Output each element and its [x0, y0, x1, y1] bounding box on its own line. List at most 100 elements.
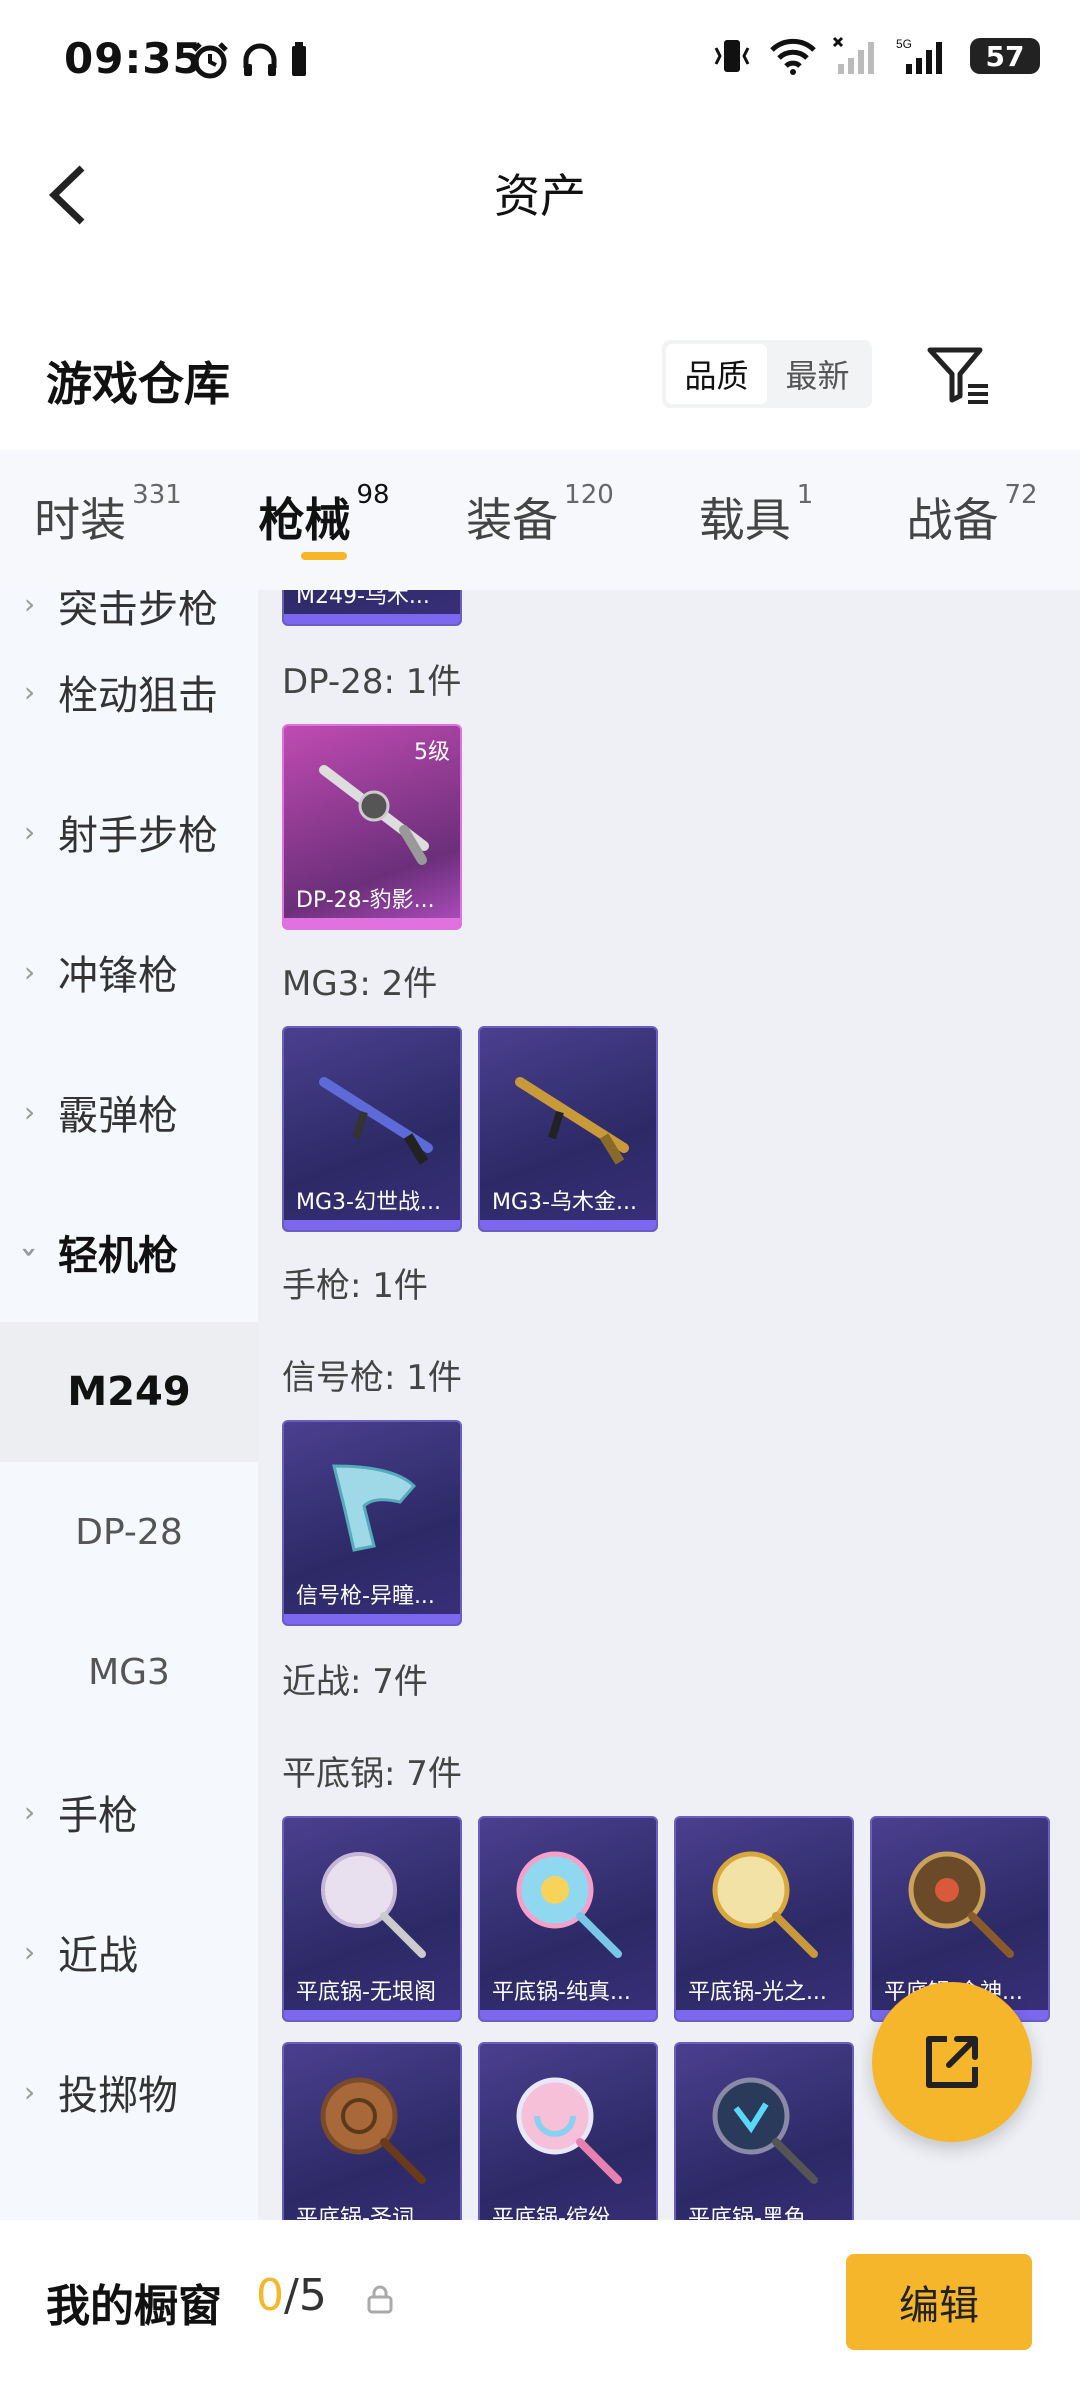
sidebar-item-throwables[interactable]: › 投掷物: [0, 2022, 258, 2162]
tab-active-indicator: [301, 552, 347, 560]
frying-pan-icon: [712, 2077, 818, 2184]
item-card[interactable]: 平底锅-光之...: [674, 1816, 854, 2022]
tab-count: 98: [356, 480, 390, 510]
rarity-bar: [480, 1220, 656, 1230]
wifi-icon: [770, 38, 816, 75]
sidebar-item-marksman-rifle[interactable]: › 射手步枪: [0, 762, 258, 902]
showcase-count: 0/5: [256, 2270, 327, 2321]
group-label: 近战: 7件: [282, 1662, 428, 1702]
group-label: 平底锅: 7件: [282, 1754, 462, 1794]
chevron-right-icon: ›: [24, 2075, 36, 2109]
sort-quality-button[interactable]: 品质: [666, 344, 767, 404]
tab-count: 1: [796, 480, 814, 510]
sidebar-item-lmg[interactable]: › 轻机枪: [0, 1182, 258, 1322]
sidebar-subitem-mg3[interactable]: MG3: [0, 1602, 258, 1742]
item-card[interactable]: MG3-幻世战...: [282, 1026, 462, 1232]
frying-pan-icon: [516, 2077, 622, 2184]
alarm-icon: [192, 42, 228, 79]
status-time: 09:35: [64, 34, 203, 83]
item-card-name: 平底锅-光之...: [688, 1980, 827, 2005]
sidebar-item-label: 轻机枪: [58, 1233, 178, 1279]
rarity-bar: [284, 2010, 460, 2020]
category-tabs: 时装 331 枪械 98 装备 120 载具 1 战备 72: [0, 450, 1080, 590]
lock-icon: [367, 2285, 393, 2314]
group-label: 信号枪: 1件: [282, 1358, 462, 1398]
item-card[interactable]: MG3-乌木金...: [478, 1026, 658, 1232]
rarity-bar: [284, 918, 460, 928]
battery-indicator: 57: [970, 38, 1040, 74]
status-bar: 09:35 5G 57: [0, 0, 1080, 120]
edit-button[interactable]: 编辑: [846, 2254, 1032, 2350]
page-header: 资产: [0, 120, 1080, 260]
chevron-right-icon: ›: [24, 675, 36, 709]
item-card[interactable]: 平底锅-缤纷...: [478, 2042, 658, 2220]
chevron-right-icon: ›: [24, 815, 36, 849]
tab-firearms[interactable]: 枪械 98: [216, 450, 432, 590]
chevron-down-icon: ›: [13, 1246, 47, 1258]
item-card[interactable]: 平底锅-纯真...: [478, 1816, 658, 2022]
sidebar-subitem-m249[interactable]: M249: [0, 1322, 258, 1462]
item-card-name: 平底锅-缤纷...: [492, 2206, 631, 2220]
item-card-name: M249-乌木...: [296, 590, 430, 609]
showcase-label: 我的橱窗: [46, 2281, 222, 2332]
sidebar-item-label: 冲锋枪: [58, 953, 178, 999]
sidebar-item-label: 栓动狙击: [58, 673, 218, 719]
item-card-name: 平底锅-纯真...: [492, 1980, 631, 2005]
flare-gun-icon: [332, 1464, 417, 1552]
signal-5g-icon: 5G: [896, 37, 942, 74]
page-title: 资产: [494, 169, 586, 223]
sidebar-item-label: 霰弹枪: [58, 1093, 178, 1139]
share-button[interactable]: [872, 1982, 1032, 2142]
tab-equipment[interactable]: 装备 120: [432, 450, 648, 590]
group-label: MG3: 2件: [282, 964, 438, 1004]
frying-pan-icon: [321, 1852, 426, 1958]
showcase-total: /5: [284, 2270, 327, 2321]
machine-gun-icon: [515, 1077, 629, 1165]
sidebar-item-assault-rifle[interactable]: › 突击步枪: [0, 590, 258, 632]
tab-fashion[interactable]: 时装 331: [0, 450, 216, 590]
item-card[interactable]: M249-乌木...: [282, 590, 462, 626]
item-card-name: MG3-幻世战...: [296, 1190, 441, 1215]
chevron-right-icon: ›: [24, 1795, 36, 1829]
sidebar-item-smg[interactable]: › 冲锋枪: [0, 902, 258, 1042]
rarity-bar: [676, 2010, 852, 2020]
tab-label: 装备: [466, 493, 559, 547]
sidebar-item-label: 手枪: [58, 1793, 138, 1839]
vibrate-icon: [714, 40, 750, 72]
sidebar-item-bolt-sniper[interactable]: › 栓动狙击: [0, 622, 258, 762]
status-right-icons: 5G 57: [710, 36, 1040, 76]
tab-label: 枪械: [258, 493, 351, 547]
sidebar-subitem-dp28[interactable]: DP-28: [0, 1462, 258, 1602]
showcase-current: 0: [256, 2270, 284, 2321]
signal-weak-icon: [832, 36, 874, 74]
chevron-right-icon: ›: [24, 1095, 36, 1129]
tab-label: 时装: [34, 493, 127, 547]
tab-count: 331: [132, 480, 182, 510]
rarity-bar: [284, 1220, 460, 1230]
filter-icon[interactable]: [924, 340, 994, 410]
sidebar-item-shotgun[interactable]: › 霰弹枪: [0, 1042, 258, 1182]
frying-pan-icon: [712, 1851, 818, 1958]
machine-gun-icon: [319, 1077, 433, 1165]
item-card-name: MG3-乌木金...: [492, 1190, 637, 1215]
item-card[interactable]: 信号枪-异瞳...: [282, 1420, 462, 1626]
sidebar-item-melee[interactable]: › 近战: [0, 1882, 258, 2022]
headphones-icon: [243, 43, 277, 76]
sidebar-item-pistol[interactable]: › 手枪: [0, 1742, 258, 1882]
item-card[interactable]: 平底锅-无垠阁: [282, 1816, 462, 2022]
frying-pan-icon: [908, 1851, 1014, 1958]
item-card[interactable]: 平底锅-黑色...: [674, 2042, 854, 2220]
sort-newest-button[interactable]: 最新: [767, 344, 868, 404]
tab-vehicles[interactable]: 载具 1: [648, 450, 864, 590]
item-card[interactable]: 5级 DP-28-豹影...: [282, 724, 462, 930]
rarity-bar: [284, 614, 460, 624]
group-label: DP-28: 1件: [282, 662, 462, 702]
tab-count: 120: [564, 480, 614, 510]
rarity-bar: [480, 2010, 656, 2020]
share-icon: [926, 2036, 978, 2088]
item-card-name: 平底锅-圣词...: [296, 2206, 435, 2220]
chevron-right-icon: ›: [24, 1935, 36, 1969]
tab-count: 72: [1004, 480, 1038, 510]
item-card[interactable]: 平底锅-圣词...: [282, 2042, 462, 2220]
tab-combat-gear[interactable]: 战备 72: [864, 450, 1080, 590]
